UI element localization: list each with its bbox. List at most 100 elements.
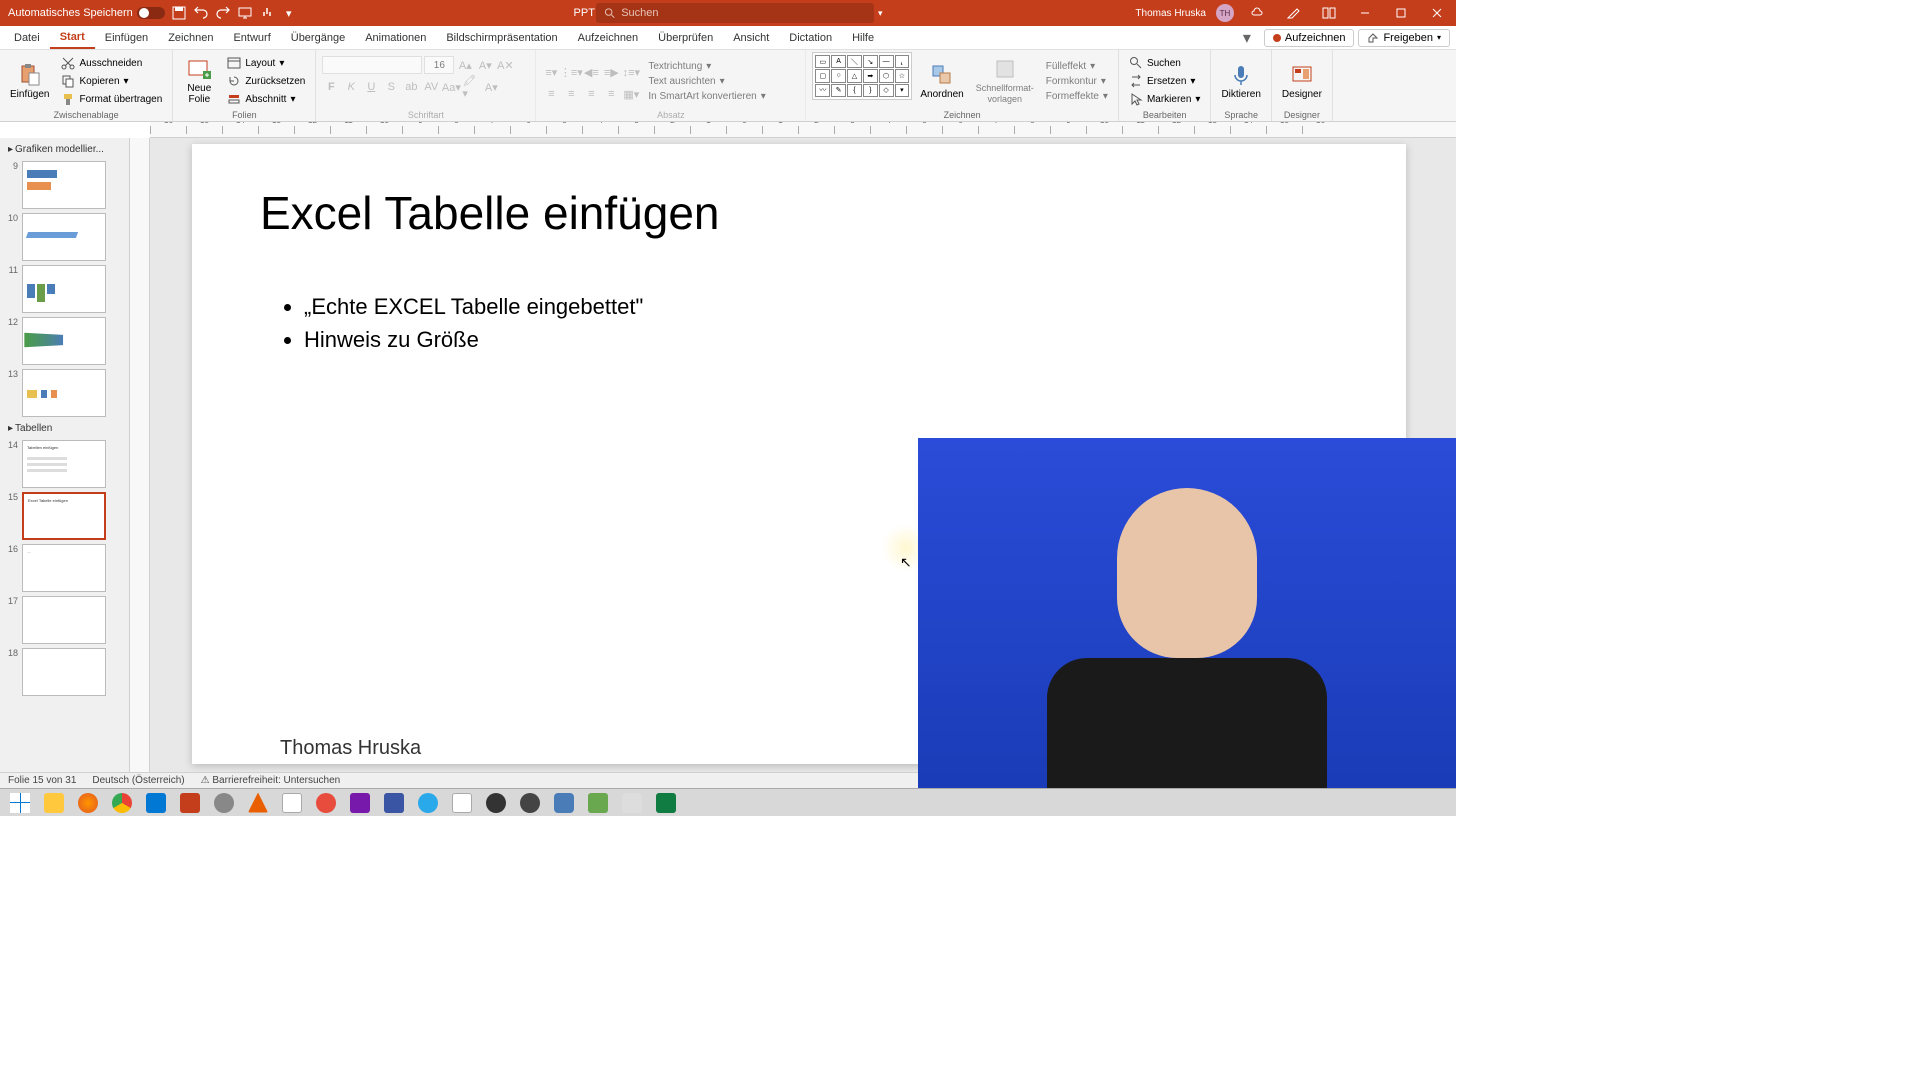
slide-thumb-11[interactable] <box>22 265 106 313</box>
chrome-button[interactable] <box>106 791 138 815</box>
cut-button[interactable]: Ausschneiden <box>57 55 166 71</box>
dictate-button[interactable]: Diktieren <box>1217 52 1264 110</box>
copy-button[interactable]: Kopieren ▾ <box>57 73 166 89</box>
align-right-icon[interactable]: ≡ <box>582 85 600 103</box>
undo-icon[interactable] <box>193 5 209 21</box>
bold-icon[interactable]: F <box>322 78 340 96</box>
shape-arrow-icon[interactable]: ↘ <box>863 55 878 68</box>
italic-icon[interactable]: K <box>342 78 360 96</box>
shape-curve-icon[interactable]: 〰 <box>815 84 830 97</box>
file-explorer-button[interactable] <box>38 791 70 815</box>
close-icon[interactable] <box>1424 4 1450 22</box>
shapes-gallery[interactable]: ▭ A ＼ ↘ — ⸤ ▢ ○ △ ➡ ⬡ ☆ 〰 ✎ { } ◇ ▾ <box>812 52 912 100</box>
slide-thumbnail-panel[interactable]: ▸ Grafiken modellier... 9 10 11 12 13 ▸ … <box>0 138 130 772</box>
designer-button[interactable]: Designer <box>1278 52 1326 110</box>
align-text-button[interactable]: Text ausrichten ▾ <box>644 75 769 88</box>
justify-icon[interactable]: ≡ <box>602 85 620 103</box>
freigeben-button[interactable]: Freigeben▾ <box>1358 29 1450 47</box>
shape-rarrow-icon[interactable]: ➡ <box>863 69 878 82</box>
shape-rect-icon[interactable]: ▭ <box>815 55 830 68</box>
slide-counter[interactable]: Folie 15 von 31 <box>8 775 76 786</box>
slide-thumb-18[interactable] <box>22 648 106 696</box>
font-color-icon[interactable]: A▾ <box>482 78 500 96</box>
excel-button[interactable] <box>650 791 682 815</box>
smartart-button[interactable]: In SmartArt konvertieren ▾ <box>644 90 769 103</box>
save-icon[interactable] <box>171 5 187 21</box>
outlook-button[interactable] <box>140 791 172 815</box>
tab-aufzeichnen[interactable]: Aufzeichnen <box>568 26 649 49</box>
shape-callout-icon[interactable]: ◇ <box>879 84 894 97</box>
tab-uebergaenge[interactable]: Übergänge <box>281 26 355 49</box>
section-button[interactable]: Abschnitt ▾ <box>223 91 309 107</box>
numbering-icon[interactable]: ⋮≡▾ <box>562 63 580 81</box>
powerpoint-button[interactable] <box>174 791 206 815</box>
onenote-button[interactable] <box>344 791 376 815</box>
outline-button[interactable]: Formkontur ▾ <box>1042 75 1112 88</box>
section-header-tabellen[interactable]: ▸ Tabellen <box>4 421 125 436</box>
slide-thumb-17[interactable] <box>22 596 106 644</box>
qat-dropdown-icon[interactable]: ▾ <box>281 5 297 21</box>
app-button-2[interactable] <box>276 791 308 815</box>
start-button[interactable] <box>4 791 36 815</box>
paste-button[interactable]: Einfügen <box>6 52 53 110</box>
tab-ansicht[interactable]: Ansicht <box>723 26 779 49</box>
tab-start[interactable]: Start <box>50 26 95 49</box>
present-from-start-icon[interactable] <box>237 5 253 21</box>
font-size-input[interactable] <box>424 56 454 74</box>
slide-title[interactable]: Excel Tabelle einfügen <box>260 186 719 240</box>
shape-oval-icon[interactable]: ○ <box>831 69 846 82</box>
shape-triangle-icon[interactable]: △ <box>847 69 862 82</box>
search-box[interactable] <box>596 3 874 23</box>
toggle-switch-icon[interactable] <box>137 7 165 19</box>
user-avatar[interactable]: TH <box>1216 4 1234 22</box>
tab-bildschirm[interactable]: Bildschirmpräsentation <box>436 26 567 49</box>
pen-icon[interactable] <box>1280 4 1306 22</box>
select-button[interactable]: Markieren ▾ <box>1125 91 1205 107</box>
touch-mode-icon[interactable] <box>259 5 275 21</box>
tab-hilfe[interactable]: Hilfe <box>842 26 884 49</box>
slide-thumb-13[interactable] <box>22 369 106 417</box>
firefox-button[interactable] <box>72 791 104 815</box>
shape-rect2-icon[interactable]: ▢ <box>815 69 830 82</box>
slide-thumb-12[interactable] <box>22 317 106 365</box>
align-left-icon[interactable]: ≡ <box>542 85 560 103</box>
app-button-4[interactable] <box>446 791 478 815</box>
clear-format-icon[interactable]: A✕ <box>496 56 514 74</box>
aufzeichnen-button[interactable]: Aufzeichnen <box>1264 29 1355 47</box>
redo-icon[interactable] <box>215 5 231 21</box>
new-slide-button[interactable]: Neue Folie <box>179 52 219 110</box>
increase-font-icon[interactable]: A▴ <box>456 56 474 74</box>
shape-line-icon[interactable]: ＼ <box>847 55 862 68</box>
slide-thumb-16[interactable]: — <box>22 544 106 592</box>
app-button-3[interactable] <box>310 791 342 815</box>
minimize-icon[interactable] <box>1352 4 1378 22</box>
shape-more-icon[interactable]: ▾ <box>895 84 910 97</box>
slide-body[interactable]: „Echte EXCEL Tabelle eingebettet" Hinwei… <box>284 292 643 358</box>
vlc-button[interactable] <box>242 791 274 815</box>
tab-entwurf[interactable]: Entwurf <box>223 26 280 49</box>
decrease-indent-icon[interactable]: ◀≡ <box>582 63 600 81</box>
columns-icon[interactable]: ▦▾ <box>622 85 640 103</box>
tab-datei[interactable]: Datei <box>4 26 50 49</box>
shape-star-icon[interactable]: ☆ <box>895 69 910 82</box>
tab-einfuegen[interactable]: Einfügen <box>95 26 158 49</box>
app-button-5[interactable] <box>514 791 546 815</box>
tab-dictation[interactable]: Dictation <box>779 26 842 49</box>
slide-thumb-10[interactable] <box>22 213 106 261</box>
reset-button[interactable]: Zurücksetzen <box>223 73 309 89</box>
shape-connector-icon[interactable]: ⸤ <box>895 55 910 68</box>
autosave-toggle[interactable]: Automatisches Speichern <box>8 7 165 19</box>
case-icon[interactable]: Aa▾ <box>442 78 460 96</box>
underline-icon[interactable]: U <box>362 78 380 96</box>
visio-button[interactable] <box>378 791 410 815</box>
collapse-ribbon-icon[interactable]: ▾ <box>1234 29 1260 47</box>
shape-brace-icon[interactable]: { <box>847 84 862 97</box>
search-input[interactable] <box>621 7 866 19</box>
shape-free-icon[interactable]: ✎ <box>831 84 846 97</box>
strikethrough-icon[interactable]: S <box>382 78 400 96</box>
obs-button[interactable] <box>480 791 512 815</box>
shape-hex-icon[interactable]: ⬡ <box>879 69 894 82</box>
slide-thumb-14[interactable]: Tabellen einfügen <box>22 440 106 488</box>
language-indicator[interactable]: Deutsch (Österreich) <box>92 775 184 786</box>
shape-brace2-icon[interactable]: } <box>863 84 878 97</box>
